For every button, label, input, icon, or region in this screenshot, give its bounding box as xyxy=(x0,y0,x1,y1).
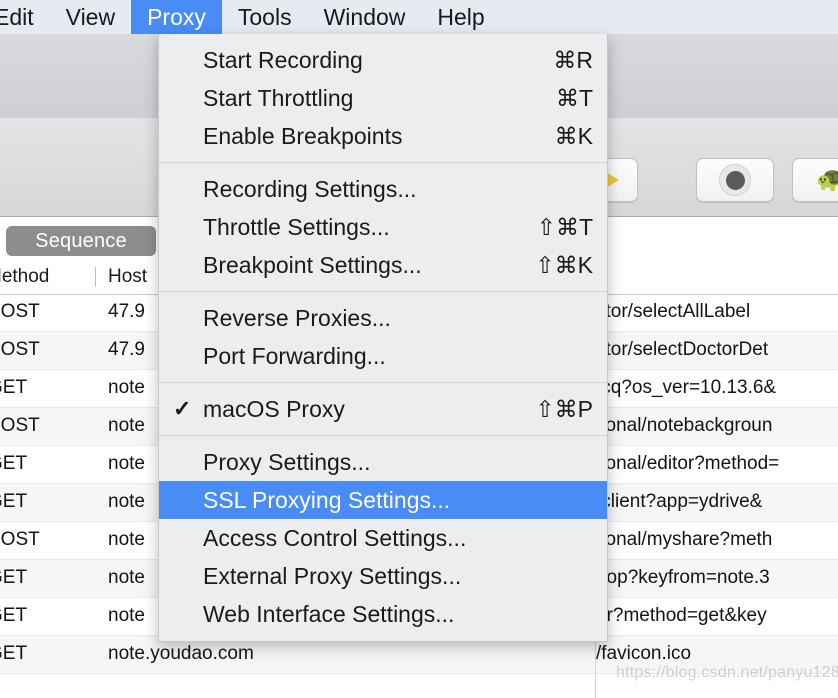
menu-item-shortcut: ⌘R xyxy=(553,46,593,73)
menu-item-shortcut: ⇧⌘K xyxy=(535,251,593,278)
menu-item-label: Start Recording xyxy=(203,46,363,73)
menu-separator xyxy=(159,291,607,292)
menu-item[interactable]: SSL Proxying Settings... xyxy=(159,481,607,519)
cell-path: sonal/notebackgroun xyxy=(596,415,773,436)
cell-host: 47.9 xyxy=(108,339,145,360)
menubar-item-proxy[interactable]: Proxy xyxy=(131,0,222,34)
menu-item[interactable]: External Proxy Settings... xyxy=(159,557,607,595)
cell-path: sonal/myshare?meth xyxy=(596,529,773,550)
cell-method: GET xyxy=(0,643,28,664)
checkmark-icon: ✓ xyxy=(173,396,192,421)
menu-item[interactable]: Proxy Settings... xyxy=(159,443,607,481)
cell-path: ctor/selectAllLabel xyxy=(596,301,751,322)
cell-method: POST xyxy=(0,339,40,360)
menu-item[interactable]: Start Throttling ⌘T xyxy=(159,79,607,117)
column-header-method[interactable]: Method xyxy=(0,266,49,288)
turtle-icon: 🐢 xyxy=(816,166,838,193)
menu-item[interactable]: Breakpoint Settings... ⇧⌘K xyxy=(159,246,607,284)
menubar-item-view[interactable]: View xyxy=(50,0,131,34)
cell-path: /client?app=ydrive& xyxy=(596,491,763,512)
cell-host: note xyxy=(108,453,145,474)
cell-method: GET xyxy=(0,491,28,512)
cell-method: POST xyxy=(0,301,40,322)
menu-item-label: External Proxy Settings... xyxy=(203,562,462,589)
cell-host: 47.9 xyxy=(108,301,145,322)
menu-separator xyxy=(159,162,607,163)
menu-item-label: Proxy Settings... xyxy=(203,448,371,475)
cell-host: note xyxy=(108,491,145,512)
cell-host: note.youdao.com xyxy=(108,643,254,664)
cell-path: er?method=get&key xyxy=(596,605,767,626)
menu-item-label: Port Forwarding... xyxy=(203,342,386,369)
menubar-item-help[interactable]: Help xyxy=(421,0,500,34)
cell-path: /cq?os_ver=10.13.6& xyxy=(596,377,777,398)
menu-item[interactable]: Recording Settings... xyxy=(159,170,607,208)
proxy-dropdown-menu: Start Recording ⌘R Start Throttling ⌘T Enabl… xyxy=(158,34,608,642)
menu-item-label: Reverse Proxies... xyxy=(203,304,391,331)
cell-method: GET xyxy=(0,605,28,626)
watermark-text: https://blog.csdn.net/panyu128 xyxy=(616,664,838,681)
menu-item-label: SSL Proxying Settings... xyxy=(203,486,451,513)
menu-item-label: Breakpoint Settings... xyxy=(203,251,422,278)
menu-separator xyxy=(159,435,607,436)
cell-method: POST xyxy=(0,529,40,550)
cell-host: note xyxy=(108,605,145,626)
menu-item-label: Throttle Settings... xyxy=(203,213,390,240)
cell-method: GET xyxy=(0,453,28,474)
cell-path: ctor/selectDoctorDet xyxy=(596,339,769,360)
cell-host: note xyxy=(108,377,145,398)
menubar-item-window[interactable]: Window xyxy=(308,0,422,34)
menubar-item-edit[interactable]: Edit xyxy=(0,0,50,34)
menu-item-shortcut: ⌘K xyxy=(554,122,593,149)
menu-item-label: Access Control Settings... xyxy=(203,524,467,551)
menu-item[interactable]: Enable Breakpoints ⌘K xyxy=(159,117,607,155)
cell-path: sonal/editor?method= xyxy=(596,453,780,474)
cell-method: GET xyxy=(0,567,28,588)
menu-item-label: Start Throttling xyxy=(203,84,354,111)
menu-item-shortcut: ⌘T xyxy=(555,84,593,111)
menu-item-label: Enable Breakpoints xyxy=(203,122,403,149)
tab-sequence[interactable]: Sequence xyxy=(6,226,156,256)
menu-item[interactable]: Reverse Proxies... xyxy=(159,299,607,337)
menu-item[interactable]: Port Forwarding... xyxy=(159,337,607,375)
menu-item-label: macOS Proxy xyxy=(203,395,345,422)
cell-path: t/op?keyfrom=note.3 xyxy=(596,567,770,588)
record-button[interactable] xyxy=(696,158,774,202)
throttle-button[interactable]: 🐢 xyxy=(792,158,838,202)
menu-item[interactable]: Web Interface Settings... xyxy=(159,595,607,633)
cell-method: POST xyxy=(0,415,40,436)
menu-separator xyxy=(159,382,607,383)
menu-item-label: Web Interface Settings... xyxy=(203,600,455,627)
menu-item[interactable]: Throttle Settings... ⇧⌘T xyxy=(159,208,607,246)
cell-method: GET xyxy=(0,377,28,398)
menu-item[interactable]: Start Recording ⌘R xyxy=(159,41,607,79)
record-icon xyxy=(719,164,751,196)
menubar-item-tools[interactable]: Tools xyxy=(222,0,308,34)
menu-item-label: Recording Settings... xyxy=(203,175,417,202)
column-divider[interactable] xyxy=(95,267,96,287)
menu-item-shortcut: ⇧⌘P xyxy=(535,395,593,422)
cell-host: note xyxy=(108,567,145,588)
tab-sequence-label: Sequence xyxy=(35,229,127,252)
column-header-host[interactable]: Host xyxy=(108,266,147,288)
cell-host: note xyxy=(108,415,145,436)
menu-item[interactable]: Access Control Settings... xyxy=(159,519,607,557)
cell-host: note xyxy=(108,529,145,550)
menubar: Edit View Proxy Tools Window Help xyxy=(0,0,838,34)
menu-item-shortcut: ⇧⌘T xyxy=(536,213,593,240)
menu-item[interactable]: ✓ macOS Proxy ⇧⌘P xyxy=(159,390,607,428)
cell-path: /favicon.ico xyxy=(596,643,692,664)
